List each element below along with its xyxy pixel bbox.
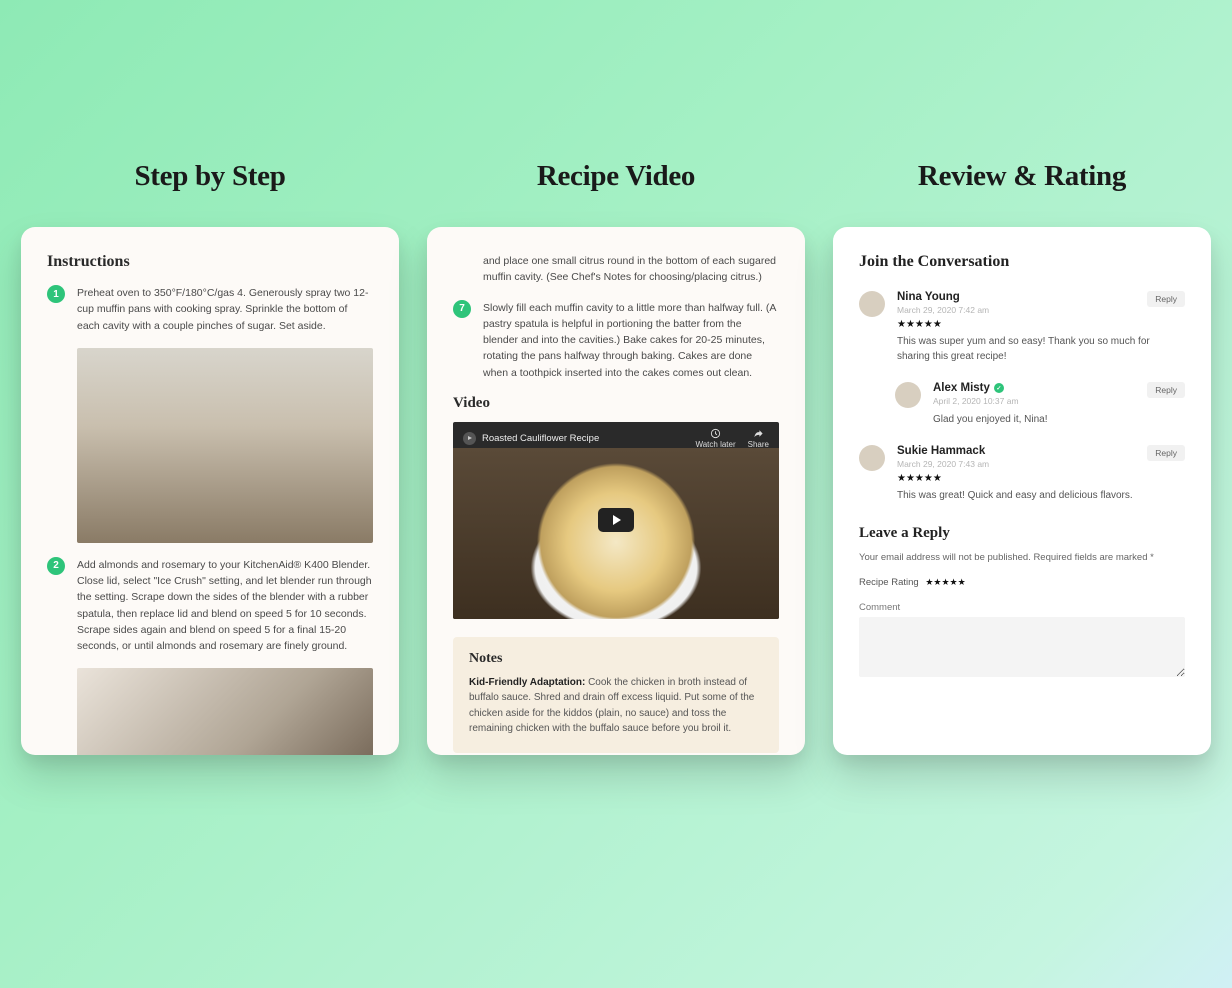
reply-button[interactable]: Reply (1147, 445, 1185, 461)
comment-date: March 29, 2020 7:43 am (897, 459, 989, 469)
col-step-by-step: Step by Step Instructions 1 Preheat oven… (21, 0, 399, 755)
comment-field-label: Comment (859, 602, 1185, 613)
comment-text: This was super yum and so easy! Thank yo… (897, 334, 1185, 364)
star-rating: ★★★★★ (897, 319, 1185, 330)
comment-date: April 2, 2020 10:37 am (933, 396, 1019, 406)
comment-author: Nina Young (897, 291, 989, 303)
leave-reply-heading: Leave a Reply (859, 525, 1185, 542)
avatar (859, 445, 885, 471)
share-button[interactable]: Share (748, 428, 769, 449)
step-image-1 (77, 348, 373, 543)
comment-text: Glad you enjoyed it, Nina! (933, 412, 1185, 427)
col-title-video: Recipe Video (537, 160, 695, 193)
col-review-rating: Review & Rating Join the Conversation Ni… (833, 0, 1211, 755)
step-2: 2 Add almonds and rosemary to your Kitch… (47, 557, 373, 655)
video-player[interactable]: Roasted Cauliflower Recipe Watch later S… (453, 422, 779, 619)
col-title-step: Step by Step (134, 160, 285, 193)
card-instructions: Instructions 1 Preheat oven to 350°F/180… (21, 227, 399, 755)
avatar (895, 382, 921, 408)
notes-body: Kid-Friendly Adaptation: Cook the chicke… (469, 675, 763, 737)
watch-later-button[interactable]: Watch later (695, 428, 735, 449)
youtube-icon (463, 432, 476, 445)
comment: Sukie Hammack March 29, 2020 7:43 am Rep… (859, 445, 1185, 503)
step-number: 1 (47, 285, 65, 303)
step-number: 2 (47, 557, 65, 575)
video-heading: Video (453, 395, 779, 412)
step-1: 1 Preheat oven to 350°F/180°C/gas 4. Gen… (47, 285, 373, 334)
comment-reply: Alex Misty April 2, 2020 10:37 am Reply … (895, 382, 1185, 427)
notes-heading: Notes (469, 651, 763, 667)
rating-stars-input[interactable]: ★★★★★ (925, 577, 965, 587)
video-title: Roasted Cauliflower Recipe (482, 433, 599, 444)
verified-badge-icon (994, 383, 1004, 393)
col-recipe-video: Recipe Video and place one small citrus … (427, 0, 805, 755)
comment-author: Sukie Hammack (897, 445, 989, 457)
continuation-text: and place one small citrus round in the … (483, 253, 779, 286)
play-button-icon[interactable] (598, 508, 634, 532)
recipe-rating-row[interactable]: Recipe Rating ★★★★★ (859, 577, 1185, 588)
step-number: 7 (453, 300, 471, 318)
star-rating: ★★★★★ (897, 473, 1185, 484)
comment-author: Alex Misty (933, 382, 1019, 394)
notes-bold: Kid-Friendly Adaptation: (469, 677, 585, 688)
step-text: Add almonds and rosemary to your Kitchen… (77, 557, 373, 655)
reply-note: Your email address will not be published… (859, 552, 1185, 563)
comment-date: March 29, 2020 7:42 am (897, 305, 989, 315)
comment-textarea[interactable] (859, 617, 1185, 677)
conversation-heading: Join the Conversation (859, 253, 1185, 271)
recipe-rating-label: Recipe Rating (859, 577, 919, 588)
card-video: and place one small citrus round in the … (427, 227, 805, 755)
instructions-heading: Instructions (47, 253, 373, 271)
card-reviews: Join the Conversation Nina Young March 2… (833, 227, 1211, 755)
col-title-review: Review & Rating (918, 160, 1126, 193)
step-7: 7 Slowly fill each muffin cavity to a li… (453, 300, 779, 381)
reply-button[interactable]: Reply (1147, 291, 1185, 307)
step-image-2 (77, 668, 373, 755)
comment: Nina Young March 29, 2020 7:42 am Reply … (859, 291, 1185, 364)
notes-box: Notes Kid-Friendly Adaptation: Cook the … (453, 637, 779, 753)
feature-columns: Step by Step Instructions 1 Preheat oven… (0, 0, 1232, 755)
step-text: Preheat oven to 350°F/180°C/gas 4. Gener… (77, 285, 373, 334)
comment-text: This was great! Quick and easy and delic… (897, 488, 1185, 503)
reply-button[interactable]: Reply (1147, 382, 1185, 398)
step-text: Slowly fill each muffin cavity to a litt… (483, 300, 779, 381)
avatar (859, 291, 885, 317)
video-thumbnail (453, 448, 779, 619)
